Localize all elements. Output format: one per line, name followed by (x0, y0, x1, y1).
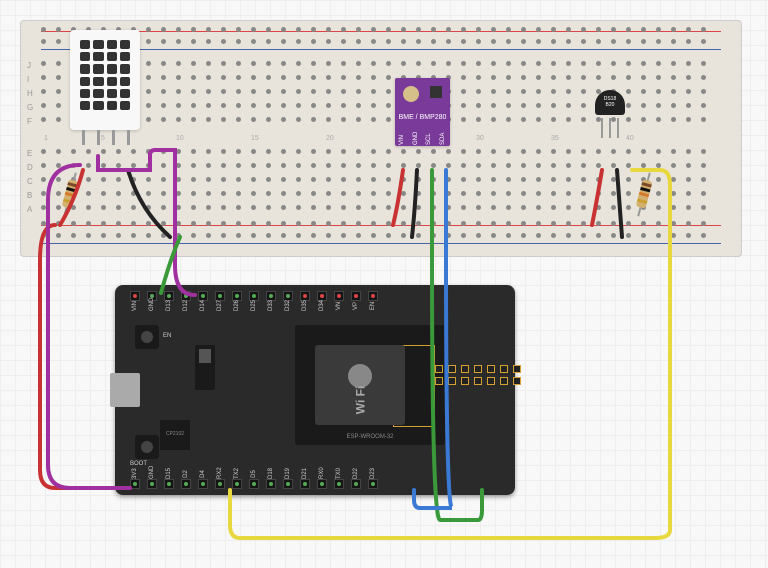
esp-pin-gnd (147, 479, 157, 489)
esp-pin-vp (351, 291, 361, 301)
pin-header-bottom (130, 479, 378, 489)
ds18-label: DS18 B20 (595, 96, 625, 108)
ds18b20-sensor: DS18 B20 (595, 90, 625, 130)
esp-pin-d19 (283, 479, 293, 489)
esp-pin-d23 (368, 479, 378, 489)
esp-pin-en (368, 291, 378, 301)
esp-pin-d15 (164, 479, 174, 489)
esp-pin-rx2 (215, 479, 225, 489)
usb-chip-icon: CP2102 (160, 420, 190, 450)
espressif-logo-icon (348, 364, 372, 388)
usb-port-icon (110, 373, 140, 407)
bme-sensor-icon (403, 86, 419, 102)
row-label: J (27, 61, 31, 70)
esp-pin-d18 (266, 479, 276, 489)
bme-ic-icon (430, 86, 442, 98)
bme-label: BME / BMP280 (395, 114, 450, 121)
esp-pin-d21 (300, 479, 310, 489)
esp-pin-3v3 (130, 479, 140, 489)
dht22-sensor: for(let i=0;i<24;i++)document.write('<di… (70, 30, 140, 130)
esp-pin-d2 (181, 479, 191, 489)
esp-pin-rx0 (317, 479, 327, 489)
esp-pin-d5 (249, 479, 259, 489)
esp-pin-tx2 (232, 479, 242, 489)
rf-shield-icon: Wi Fi (315, 345, 405, 425)
esp-pin-tx0 (334, 479, 344, 489)
dht-grill-icon: for(let i=0;i<24;i++)document.write('<di… (80, 40, 130, 110)
en-button (135, 325, 159, 349)
esp-wroom-module: for(let i=0;i<7;i++)document.write('<div… (295, 325, 445, 445)
esp32-board: EN BOOT CP2102 for(let i=0;i<7;i++)docum… (115, 285, 515, 495)
esp-pin-vn (334, 291, 344, 301)
wiring-canvas: for(let i=0;i<45;i++)document.write('<di… (0, 0, 768, 568)
switch-icon (195, 345, 215, 390)
esp-pin-vin (130, 291, 140, 301)
boot-button (135, 435, 159, 459)
bme280-sensor: BME / BMP280 VIN GND SCL SDA (395, 78, 450, 146)
esp-pin-d22 (351, 479, 361, 489)
bme-pin-labels: VIN GND SCL SDA (395, 138, 450, 144)
esp-pin-d4 (198, 479, 208, 489)
